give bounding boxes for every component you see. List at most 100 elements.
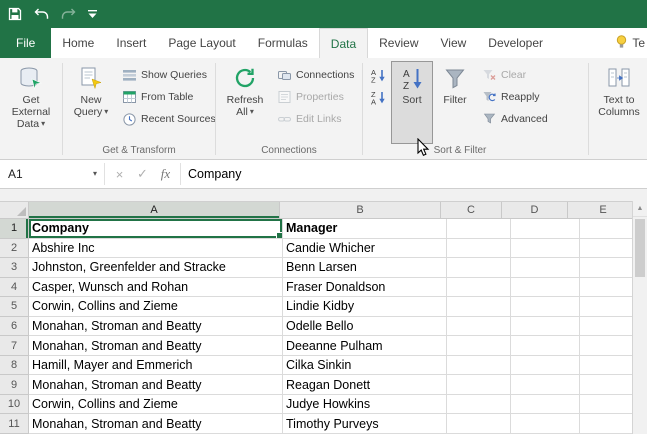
cell-d[interactable]: [511, 219, 580, 239]
customize-quick-access-icon[interactable]: [88, 9, 97, 19]
column-header-b[interactable]: B: [280, 202, 441, 219]
cell-a[interactable]: Monahan, Stroman and Beatty: [29, 414, 283, 434]
row-number[interactable]: 10: [0, 394, 29, 415]
row-number[interactable]: 9: [0, 375, 29, 395]
cell-b[interactable]: Cilka Sinkin: [283, 355, 447, 376]
cell-c[interactable]: [447, 238, 511, 259]
cell-b[interactable]: Manager: [283, 219, 447, 239]
cell-d[interactable]: [511, 375, 580, 395]
cell-a[interactable]: Corwin, Collins and Zieme: [29, 394, 283, 415]
cell-d[interactable]: [511, 316, 580, 337]
column-header-a[interactable]: A: [29, 202, 280, 219]
tab-data[interactable]: Data: [318, 28, 369, 58]
cell-b[interactable]: Judye Howkins: [283, 394, 447, 415]
from-table-button[interactable]: From Table: [117, 86, 213, 108]
tab-file[interactable]: File: [0, 28, 52, 58]
cell-c[interactable]: [447, 336, 511, 356]
cell-b[interactable]: Benn Larsen: [283, 258, 447, 278]
column-header-c[interactable]: C: [441, 202, 502, 219]
row-number[interactable]: 11: [0, 414, 29, 434]
cancel-icon[interactable]: ×: [108, 167, 131, 182]
column-header-d[interactable]: D: [502, 202, 568, 219]
tab-developer[interactable]: Developer: [477, 28, 554, 58]
cell-d[interactable]: [511, 238, 580, 259]
scroll-up-icon[interactable]: ▲: [633, 201, 647, 217]
vertical-scrollbar[interactable]: ▲: [632, 201, 647, 434]
tell-me-box[interactable]: Te: [616, 28, 647, 58]
redo-icon[interactable]: [61, 8, 76, 20]
cell-b[interactable]: Fraser Donaldson: [283, 277, 447, 298]
cell-b[interactable]: Candie Whicher: [283, 238, 447, 259]
name-box-dropdown-icon[interactable]: ▾: [93, 170, 97, 178]
cell-a[interactable]: Johnston, Greenfelder and Stracke: [29, 258, 283, 278]
cell-a[interactable]: Hamill, Mayer and Emmerich: [29, 355, 283, 376]
cell-d[interactable]: [511, 355, 580, 376]
cell-b[interactable]: Timothy Purveys: [283, 414, 447, 434]
dropdown-caret-icon: ▾: [104, 107, 109, 116]
row-number[interactable]: 1: [0, 219, 29, 239]
row-number[interactable]: 2: [0, 238, 29, 259]
save-icon[interactable]: [8, 7, 22, 21]
sort-descending-button[interactable]: ZA: [367, 87, 389, 107]
reapply-button[interactable]: Reapply: [477, 86, 555, 108]
cell-d[interactable]: [511, 297, 580, 317]
cell-b[interactable]: Odelle Bello: [283, 316, 447, 337]
undo-icon[interactable]: [34, 8, 49, 20]
cell-a[interactable]: Casper, Wunsch and Rohan: [29, 277, 283, 298]
cell-c[interactable]: [447, 316, 511, 337]
filter-button[interactable]: Filter: [433, 61, 477, 144]
advanced-filter-button[interactable]: Advanced: [477, 108, 555, 130]
select-all-corner[interactable]: [0, 202, 29, 219]
cell-c[interactable]: [447, 258, 511, 278]
cell-d[interactable]: [511, 394, 580, 415]
row-number[interactable]: 3: [0, 258, 29, 278]
refresh-all-button[interactable]: Refresh All ▾: [218, 61, 272, 144]
row-number[interactable]: 8: [0, 355, 29, 376]
sort-ascending-button[interactable]: AZ: [367, 65, 389, 85]
enter-icon[interactable]: ✓: [131, 166, 154, 182]
get-external-data-button[interactable]: Get External Data ▾: [2, 61, 60, 159]
cell-a[interactable]: Monahan, Stroman and Beatty: [29, 336, 283, 356]
connections-button[interactable]: Connections: [272, 64, 360, 86]
show-queries-button[interactable]: Show Queries: [117, 64, 213, 86]
row-number[interactable]: 7: [0, 336, 29, 356]
cell-d[interactable]: [511, 277, 580, 298]
cell-a[interactable]: Company: [29, 219, 283, 239]
new-query-button[interactable]: New Query ▾: [65, 61, 117, 144]
tab-view[interactable]: View: [430, 28, 478, 58]
cell-a[interactable]: Monahan, Stroman and Beatty: [29, 375, 283, 395]
column-header-e[interactable]: E: [568, 202, 639, 219]
cell-a[interactable]: Monahan, Stroman and Beatty: [29, 316, 283, 337]
cell-c[interactable]: [447, 375, 511, 395]
row-number[interactable]: 5: [0, 297, 29, 317]
recent-sources-button[interactable]: Recent Sources: [117, 108, 216, 130]
sort-button[interactable]: AZ Sort: [391, 61, 433, 144]
cell-a[interactable]: Abshire Inc: [29, 238, 283, 259]
cell-c[interactable]: [447, 277, 511, 298]
cell-b[interactable]: Lindie Kidby: [283, 297, 447, 317]
cell-d[interactable]: [511, 258, 580, 278]
scrollbar-thumb[interactable]: [635, 219, 645, 277]
tab-formulas[interactable]: Formulas: [247, 28, 319, 58]
formula-input[interactable]: Company: [181, 160, 647, 188]
cell-b[interactable]: Reagan Donett: [283, 375, 447, 395]
tab-home[interactable]: Home: [51, 28, 105, 58]
cell-b[interactable]: Deeanne Pulham: [283, 336, 447, 356]
tab-page-layout[interactable]: Page Layout: [157, 28, 246, 58]
cell-d[interactable]: [511, 336, 580, 356]
cell-c[interactable]: [447, 355, 511, 376]
row-number[interactable]: 6: [0, 316, 29, 337]
insert-function-icon[interactable]: fx: [154, 166, 177, 182]
cell-c[interactable]: [447, 297, 511, 317]
tab-insert[interactable]: Insert: [105, 28, 157, 58]
cell-c[interactable]: [447, 394, 511, 415]
cell-a[interactable]: Corwin, Collins and Zieme: [29, 297, 283, 317]
cell-d[interactable]: [511, 414, 580, 434]
cell-c[interactable]: [447, 414, 511, 434]
row-number[interactable]: 4: [0, 277, 29, 298]
cell-c[interactable]: [447, 219, 511, 239]
tab-review[interactable]: Review: [368, 28, 429, 58]
lightbulb-icon: [616, 34, 627, 52]
text-to-columns-button[interactable]: Text to Columns: [591, 61, 647, 159]
name-box[interactable]: A1 ▾: [0, 160, 104, 188]
